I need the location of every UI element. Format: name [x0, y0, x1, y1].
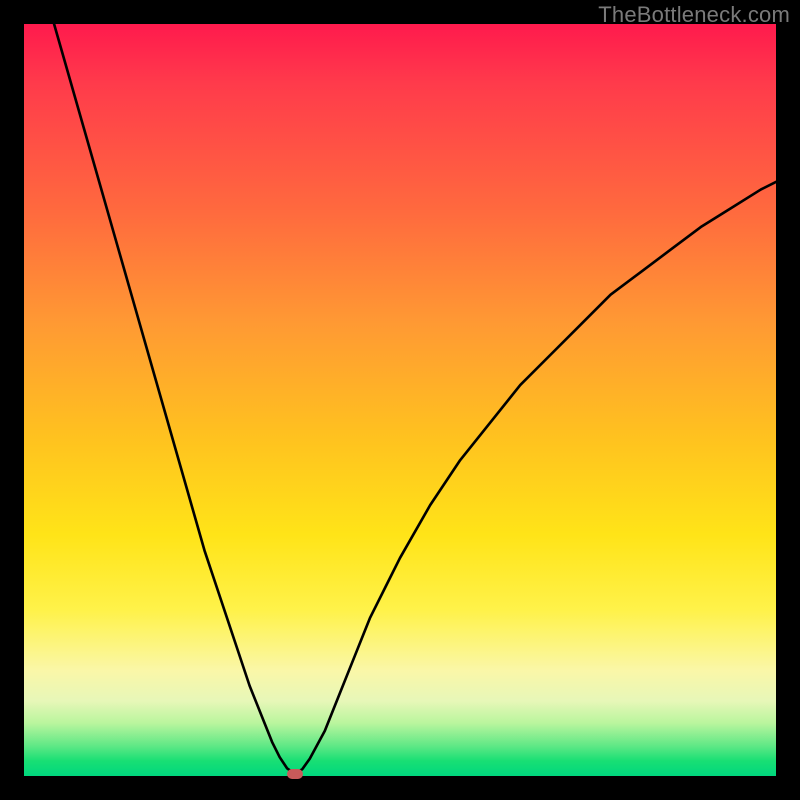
plot-area [24, 24, 776, 776]
curve-path [54, 24, 776, 774]
chart-svg [24, 24, 776, 776]
minimum-marker [287, 769, 303, 779]
watermark-text: TheBottleneck.com [598, 2, 790, 28]
chart-frame: TheBottleneck.com [0, 0, 800, 800]
